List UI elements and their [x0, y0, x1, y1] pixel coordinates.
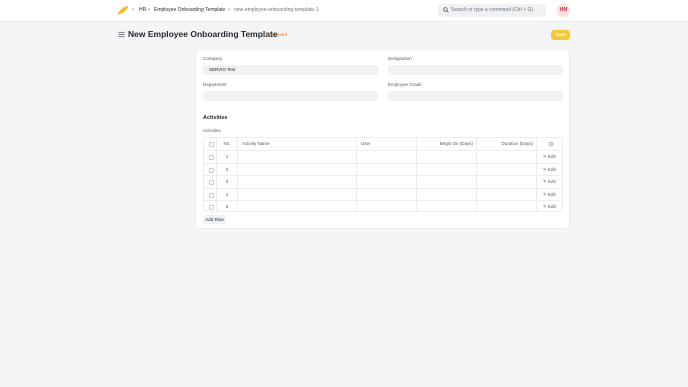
table-row[interactable]: 2 ✎ Edit — [204, 163, 562, 176]
edit-row-button[interactable]: ✎ Edit — [537, 151, 562, 163]
table-row[interactable]: 3 ✎ Edit — [204, 176, 562, 189]
pencil-icon: ✎ — [543, 154, 547, 159]
table-row[interactable]: 1 ✎ Edit — [204, 151, 562, 164]
row-checkbox[interactable] — [209, 155, 214, 160]
search-icon — [443, 7, 449, 13]
column-header-activity-name: Activity Name — [242, 141, 270, 146]
sidebar-toggle-icon[interactable] — [118, 31, 125, 38]
chevron-right-icon: › — [132, 7, 134, 13]
table-row[interactable]: 5 ✎ Edit — [204, 201, 562, 211]
designation-label: Designation — [388, 56, 412, 61]
breadcrumb-employee-onboarding-template[interactable]: Employee Onboarding Template — [154, 7, 225, 14]
duration-cell[interactable] — [477, 163, 537, 175]
form-card: Company SERVIO Test Designation Departme… — [195, 49, 570, 229]
row-checkbox[interactable] — [209, 192, 214, 198]
not-saved-indicator: • Not Saved — [263, 32, 287, 37]
company-field[interactable]: SERVIO Test — [203, 65, 378, 75]
breadcrumb-hr[interactable]: HR — [139, 7, 146, 14]
activity-name-cell[interactable] — [238, 176, 357, 188]
begin-on-cell[interactable] — [417, 163, 477, 175]
user-cell[interactable] — [357, 151, 417, 163]
user-cell[interactable] — [357, 188, 417, 200]
search-bar[interactable]: Search or type a command (Ctrl + G) — [438, 4, 546, 17]
activity-name-cell[interactable] — [238, 163, 357, 175]
edit-row-button[interactable]: ✎ Edit — [537, 176, 562, 188]
pencil-icon: ✎ — [543, 179, 547, 184]
user-cell[interactable] — [357, 176, 417, 188]
chevron-right-icon: › — [228, 7, 230, 13]
table-header-row: No. Activity Name User Begin On (Days) D… — [204, 138, 562, 151]
edit-row-button[interactable]: ✎ Edit — [537, 201, 562, 211]
department-label: Department — [203, 82, 227, 87]
department-field[interactable] — [203, 91, 378, 101]
begin-on-cell[interactable] — [417, 176, 477, 188]
user-cell[interactable] — [357, 201, 417, 211]
row-checkbox[interactable] — [209, 180, 214, 185]
begin-on-cell[interactable] — [417, 188, 477, 200]
begin-on-cell[interactable] — [417, 201, 477, 211]
row-number: 3 — [225, 179, 229, 184]
pencil-icon: ✎ — [543, 166, 547, 172]
activity-name-cell[interactable] — [238, 151, 357, 163]
activities-section-title: Activities — [203, 115, 228, 121]
add-row-button[interactable]: Add Row — [203, 215, 226, 224]
user-cell[interactable] — [357, 163, 417, 175]
column-header-no: No. — [223, 141, 231, 146]
activity-name-cell[interactable] — [238, 188, 357, 200]
column-header-duration: Duration (Days) — [501, 141, 533, 146]
duration-cell[interactable] — [477, 176, 537, 188]
activity-name-cell[interactable] — [238, 201, 357, 211]
page-title: New Employee Onboarding Template — [128, 29, 278, 39]
row-number: 1 — [225, 154, 229, 159]
column-header-begin-on: Begin On (Days) — [439, 141, 473, 146]
row-number: 4 — [225, 191, 229, 197]
table-row[interactable]: 4 ✎ Edit — [204, 188, 562, 201]
activities-table-label: Activities — [203, 128, 221, 133]
duration-cell[interactable] — [477, 188, 537, 200]
duration-cell[interactable] — [477, 151, 537, 163]
employee-grade-label: Employee Grade — [388, 82, 422, 87]
row-checkbox[interactable] — [209, 167, 214, 173]
begin-on-cell[interactable] — [417, 151, 477, 163]
row-number: 2 — [225, 166, 229, 172]
breadcrumb-current-doc: new-employee-onboarding-template-1 — [234, 7, 319, 13]
row-number: 5 — [225, 204, 229, 209]
row-checkbox[interactable] — [209, 205, 214, 210]
search-placeholder: Search or type a command (Ctrl + G) — [451, 7, 534, 13]
pencil-icon: ✎ — [543, 204, 547, 209]
designation-field[interactable] — [388, 65, 563, 75]
avatar[interactable]: HM — [557, 4, 570, 17]
app-logo-icon[interactable] — [117, 5, 129, 17]
duration-cell[interactable] — [477, 201, 537, 211]
chevron-right-icon: › — [148, 7, 150, 13]
company-label: Company — [203, 56, 223, 61]
edit-row-button[interactable]: ✎ Edit — [537, 189, 562, 201]
gear-icon[interactable] — [548, 141, 554, 147]
employee-grade-field[interactable] — [388, 91, 563, 101]
column-header-user: User — [361, 141, 371, 146]
save-button[interactable]: Save — [551, 30, 570, 40]
edit-row-button[interactable]: ✎ Edit — [537, 164, 562, 176]
pencil-icon: ✎ — [543, 191, 547, 197]
navbar: › HR › Employee Onboarding Template › ne… — [0, 0, 688, 22]
select-all-checkbox[interactable] — [209, 142, 214, 147]
activities-table: No. Activity Name User Begin On (Days) D… — [203, 137, 563, 212]
